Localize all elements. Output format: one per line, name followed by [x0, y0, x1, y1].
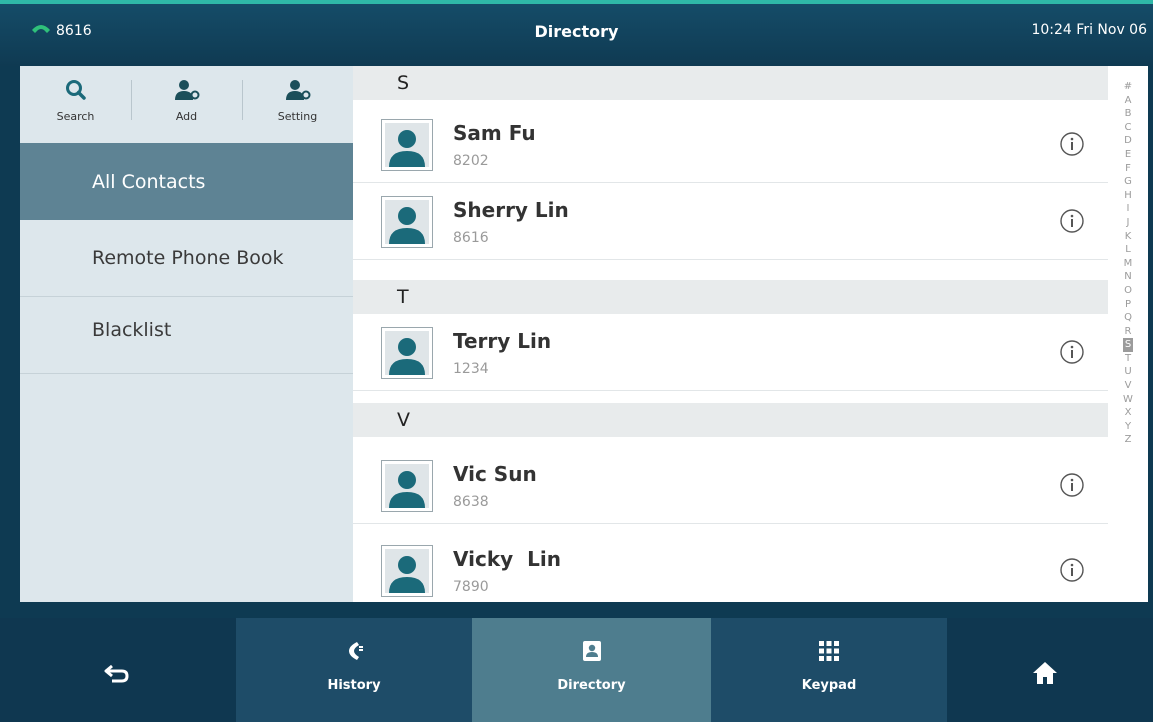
alphabet-letter[interactable]: Z: [1123, 433, 1133, 447]
search-label: Search: [56, 110, 95, 123]
alphabet-letter[interactable]: C: [1123, 121, 1133, 135]
alphabet-letter[interactable]: S: [1123, 338, 1133, 352]
sidebar-item-all-contacts[interactable]: All Contacts: [20, 143, 353, 220]
contact-name: Terry Lin: [453, 329, 552, 353]
contact-setting-icon: [284, 78, 312, 106]
setting-button[interactable]: Setting: [242, 66, 353, 142]
alphabet-letter[interactable]: B: [1123, 107, 1133, 121]
contact-name: Vic Sun: [453, 462, 537, 486]
back-button[interactable]: [104, 662, 130, 688]
contact-avatar-icon: [381, 327, 433, 379]
sidebar: Search Add Setting All Contacts Remote P…: [20, 66, 353, 602]
alphabet-letter[interactable]: N: [1123, 270, 1133, 284]
sidebar-item-label: Remote Phone Book: [92, 247, 284, 269]
contact-number: 8202: [453, 153, 489, 169]
section-header-t: T: [353, 280, 1108, 314]
directory-icon: [581, 640, 603, 666]
search-button[interactable]: Search: [20, 66, 131, 142]
alphabet-letter[interactable]: G: [1123, 175, 1133, 189]
alphabet-letter[interactable]: R: [1123, 325, 1133, 339]
section-letter: S: [397, 72, 410, 94]
alphabet-letter[interactable]: Y: [1123, 420, 1133, 434]
sidebar-item-remote-phone-book[interactable]: Remote Phone Book: [20, 220, 353, 297]
alphabet-letter[interactable]: T: [1123, 352, 1133, 366]
tab-history[interactable]: History: [236, 618, 472, 722]
sidebar-item-label: Blacklist: [92, 319, 172, 341]
history-icon: [343, 640, 365, 666]
add-label: Add: [175, 110, 198, 123]
back-arrow-icon: [104, 664, 130, 688]
info-icon[interactable]: [1059, 557, 1085, 587]
info-icon[interactable]: [1059, 339, 1085, 369]
bottom-navigation: History Directory Keypad: [0, 618, 1153, 722]
alphabet-letter[interactable]: X: [1123, 406, 1133, 420]
contact-avatar-icon: [381, 460, 433, 512]
date-time: 10:24 Fri Nov 06: [1031, 22, 1147, 38]
add-contact-icon: [173, 78, 201, 106]
status-bar: 8616 Directory 10:24 Fri Nov 06: [0, 4, 1153, 66]
contact-row[interactable]: Vic Sun 8638: [353, 448, 1108, 524]
contact-number: 1234: [453, 361, 489, 377]
alphabet-letter[interactable]: I: [1123, 202, 1133, 216]
contact-row[interactable]: Sherry Lin 8616: [353, 184, 1108, 260]
contact-name: Sam Fu: [453, 121, 536, 145]
sidebar-item-blacklist[interactable]: Blacklist: [20, 297, 353, 374]
tab-history-label: History: [327, 678, 381, 693]
info-icon[interactable]: [1059, 131, 1085, 161]
alphabet-letter[interactable]: V: [1123, 379, 1133, 393]
alphabet-index[interactable]: # A B C D E F G H I J K L M N O P Q R S T U V W X Y Z: [1108, 66, 1148, 602]
section-header-v: V: [353, 403, 1108, 437]
alphabet-letter[interactable]: A: [1123, 94, 1133, 108]
sidebar-toolbar: Search Add Setting: [20, 66, 353, 142]
info-icon[interactable]: [1059, 472, 1085, 502]
home-icon: [1032, 662, 1058, 689]
alphabet-letter[interactable]: U: [1123, 365, 1133, 379]
alphabet-letter[interactable]: P: [1123, 298, 1133, 312]
setting-label: Setting: [277, 110, 318, 123]
alphabet-letter[interactable]: M: [1123, 257, 1133, 271]
alphabet-letter[interactable]: #: [1123, 80, 1133, 94]
contact-avatar-icon: [381, 119, 433, 171]
page-title: Directory: [534, 22, 619, 41]
alphabet-letter[interactable]: Q: [1123, 311, 1133, 325]
contact-list[interactable]: S Sam Fu 8202 Sherry Lin 8616 T Terry Li: [353, 66, 1108, 602]
alphabet-letter[interactable]: W: [1123, 393, 1133, 407]
section-header-s: S: [353, 66, 1108, 100]
directory-panel: Search Add Setting All Contacts Remote P…: [20, 66, 1148, 602]
alphabet-letter[interactable]: F: [1123, 162, 1133, 176]
contact-name: Vicky Lin: [453, 547, 561, 571]
contact-row[interactable]: Terry Lin 1234: [353, 315, 1108, 391]
contact-avatar-icon: [381, 545, 433, 597]
sidebar-item-label: All Contacts: [92, 170, 206, 193]
tab-directory-label: Directory: [557, 678, 626, 693]
section-letter: T: [397, 286, 409, 308]
contact-number: 8638: [453, 494, 489, 510]
alphabet-letter[interactable]: K: [1123, 230, 1133, 244]
search-icon: [64, 78, 88, 106]
alphabet-letter[interactable]: J: [1123, 216, 1133, 230]
contact-row[interactable]: Vicky Lin 7890: [353, 533, 1108, 602]
alphabet-letter[interactable]: E: [1123, 148, 1133, 162]
contact-number: 8616: [453, 230, 489, 246]
contact-name: Sherry Lin: [453, 198, 569, 222]
contact-row[interactable]: Sam Fu 8202: [353, 107, 1108, 183]
alphabet-letter[interactable]: D: [1123, 134, 1133, 148]
home-button[interactable]: [1032, 661, 1058, 689]
tab-directory[interactable]: Directory: [472, 618, 711, 722]
section-letter: V: [397, 409, 410, 431]
info-icon[interactable]: [1059, 208, 1085, 238]
tab-keypad-label: Keypad: [801, 678, 857, 693]
keypad-icon: [818, 640, 840, 666]
alphabet-letter[interactable]: L: [1123, 243, 1133, 257]
contact-number: 7890: [453, 579, 489, 595]
contact-avatar-icon: [381, 196, 433, 248]
alphabet-letter[interactable]: H: [1123, 189, 1133, 203]
add-contact-button[interactable]: Add: [131, 66, 242, 142]
tab-keypad[interactable]: Keypad: [711, 618, 947, 722]
alphabet-letter[interactable]: O: [1123, 284, 1133, 298]
